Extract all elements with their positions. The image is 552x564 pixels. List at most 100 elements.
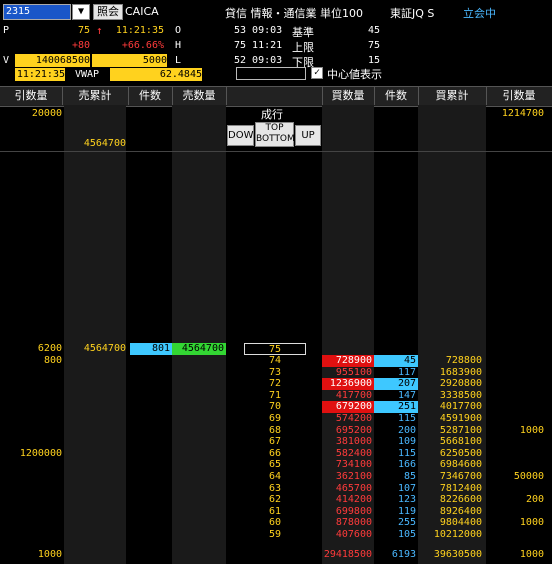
book-buy-qty: 728900 (322, 355, 374, 367)
book-price[interactable]: 73 (244, 367, 306, 379)
high-label: H (175, 40, 182, 51)
top-bottom-button[interactable]: TOP BOTTOM (255, 122, 295, 147)
book-buy-cumulative: 4591900 (439, 413, 482, 424)
book-buy-qty: 582400 (335, 447, 372, 459)
book-buy-cumulative: 5668100 (439, 436, 482, 448)
book-buy-qty: 1236900 (322, 378, 374, 391)
book-sell-close-qty (0, 471, 62, 483)
footer-count-total: 6193 (391, 549, 416, 560)
book-buy-qty: 679200 (322, 401, 374, 414)
col-price (226, 87, 322, 105)
book-buy-count: 207 (374, 378, 418, 391)
low-value: 52 09:03 (234, 55, 283, 66)
sell-close-qty: 6200 (37, 343, 62, 354)
book-sell-close-qty (0, 459, 62, 471)
vwap-time: 11:21:35 (15, 68, 65, 81)
book-sell-close-qty (0, 378, 62, 390)
book-buy-close-qty: 1000 (519, 517, 544, 529)
vwap-value: 62.4845 (110, 68, 202, 81)
book-buy-count: 166 (397, 459, 416, 471)
col-sell-qty: 売数量 (172, 87, 226, 105)
volume-value: 140068500 (15, 54, 90, 67)
book-buy-close-qty (486, 390, 544, 402)
col-sell-close-qty: 引数量 (0, 87, 62, 105)
center-display-checkbox[interactable]: ✓ (311, 67, 323, 79)
book-buy-count: 109 (397, 436, 416, 448)
column-divider (418, 86, 419, 105)
book-price[interactable]: 70 (244, 401, 306, 413)
col-buy-qty: 買数量 (322, 87, 374, 105)
book-buy-cumulative: 3338500 (439, 389, 482, 401)
book-buy-count: 107 (397, 482, 416, 494)
book-buy-cumulative: 6984600 (439, 459, 482, 471)
stock-category: 貸信 情報・通信業 単位100 (225, 7, 363, 20)
book-price[interactable]: 69 (244, 413, 306, 425)
book-sell-close-qty (0, 367, 62, 379)
book-price[interactable]: 72 (244, 378, 306, 390)
low-label: L (175, 55, 182, 66)
book-buy-close-qty: 50000 (513, 471, 544, 482)
scroll-down-button[interactable]: DOWN (227, 125, 261, 146)
book-buy-count: 115 (397, 447, 416, 459)
market-order-label: 成行 (261, 108, 283, 121)
book-sell-close-qty (0, 436, 62, 448)
book-buy-count: 255 (397, 517, 416, 529)
query-button[interactable]: 照会 (93, 4, 123, 20)
current-price-cell[interactable]: 75 (244, 343, 306, 355)
footer-cumulative-total: 39630500 (433, 549, 482, 560)
book-buy-qty: 878000 (335, 517, 372, 529)
unit-volume: 5000 (92, 54, 167, 67)
price-label: P (3, 25, 10, 36)
book-buy-cumulative: 2920800 (439, 378, 482, 390)
book-buy-close-qty (486, 378, 544, 390)
book-buy-close-qty: 1000 (519, 424, 544, 436)
book-price[interactable]: 59 (244, 529, 306, 541)
book-buy-qty: 465700 (335, 482, 372, 494)
sell-cumulative: 4564700 (83, 343, 126, 354)
book-buy-cumulative: 8226600 (439, 494, 482, 506)
footer-buy-close-qty: 1000 (519, 549, 544, 560)
book-buy-qty: 695200 (335, 424, 372, 436)
book-buy-cumulative: 5287100 (439, 424, 482, 436)
book-price[interactable]: 71 (244, 390, 306, 402)
book-buy-qty: 734100 (335, 459, 372, 471)
chevron-down-icon[interactable]: ▼ (72, 4, 90, 20)
open-value: 53 09:03 (234, 25, 283, 36)
book-buy-count: 115 (397, 413, 416, 424)
book-sell-close-qty (0, 413, 62, 425)
book-price[interactable]: 68 (244, 425, 306, 437)
book-price[interactable]: 61 (244, 506, 306, 518)
book-buy-count: 147 (397, 389, 416, 401)
stock-code-input[interactable]: 2315 (3, 4, 71, 20)
sell-count: 801 (130, 343, 172, 355)
book-price[interactable]: 64 (244, 471, 306, 483)
book-sell-close-qty (0, 506, 62, 518)
book-price[interactable]: 60 (244, 517, 306, 529)
scroll-up-button[interactable]: UP (295, 125, 321, 146)
book-buy-qty: 362100 (335, 471, 372, 482)
center-value-input[interactable] (236, 67, 306, 80)
book-buy-close-qty (486, 355, 544, 367)
book-divider (0, 151, 552, 152)
book-sell-close-qty (0, 390, 62, 402)
book-buy-close-qty (486, 367, 544, 379)
book-price[interactable]: 62 (244, 494, 306, 506)
book-price[interactable]: 63 (244, 483, 306, 495)
top-label: TOP (265, 123, 284, 133)
book-buy-qty: 574200 (335, 413, 372, 424)
book-price[interactable]: 66 (244, 448, 306, 460)
book-price[interactable]: 74 (244, 355, 306, 367)
book-price[interactable]: 67 (244, 436, 306, 448)
book-sell-close-qty (0, 401, 62, 413)
buy-market-close-qty: 1214700 (501, 108, 544, 119)
column-divider (128, 86, 129, 105)
book-buy-cumulative: 7812400 (439, 482, 482, 494)
book-price[interactable]: 65 (244, 459, 306, 471)
trading-status: 立会中 (463, 7, 496, 20)
book-buy-cumulative: 9804400 (439, 517, 482, 529)
book-buy-close-qty (486, 483, 544, 495)
book-sell-close-qty: 800 (43, 355, 62, 366)
current-price: 75 (77, 25, 90, 36)
bottom-label: BOTTOM (256, 134, 295, 144)
col-buy-cumulative: 買累計 (418, 87, 486, 105)
